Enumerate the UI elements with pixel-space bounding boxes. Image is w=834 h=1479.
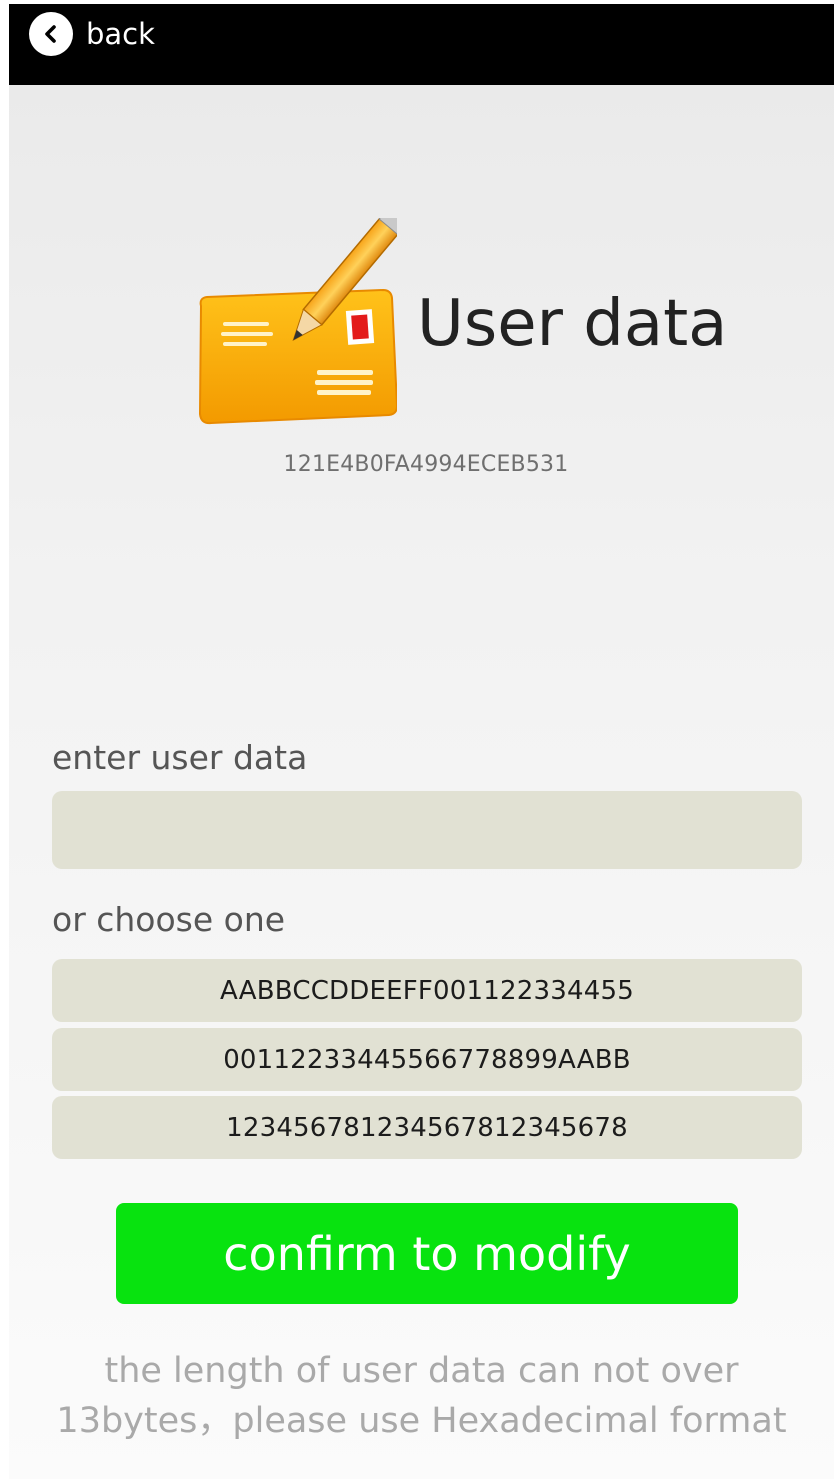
enter-user-data-label: enter user data [52,738,308,777]
hint-text: the length of user data can not over 13b… [9,1346,834,1446]
choose-one-label: or choose one [52,900,286,939]
device-id: 121E4B0FA4994ECEB531 [283,452,569,477]
user-data-input[interactable] [52,791,802,869]
envelope-pencil-icon [187,197,416,430]
screen: back User data 121E4B0FA4994ECEB531 ente… [9,4,834,1479]
option-item[interactable]: AABBCCDDEEFF001122334455 [52,959,802,1022]
page-title: User data [417,287,728,361]
top-bar: back [9,4,834,85]
chevron-left-icon [29,12,73,56]
back-button[interactable]: back [29,12,155,56]
confirm-button[interactable]: confirm to modify [116,1203,738,1304]
hint-line-1: the length of user data can not over [104,1351,739,1391]
back-label: back [86,17,155,51]
option-item[interactable]: 00112233445566778899AABB [52,1028,802,1091]
hint-line-2: 13bytes，please use Hexadecimal format [56,1401,787,1441]
option-item[interactable]: 123456781234567812345678 [52,1096,802,1159]
